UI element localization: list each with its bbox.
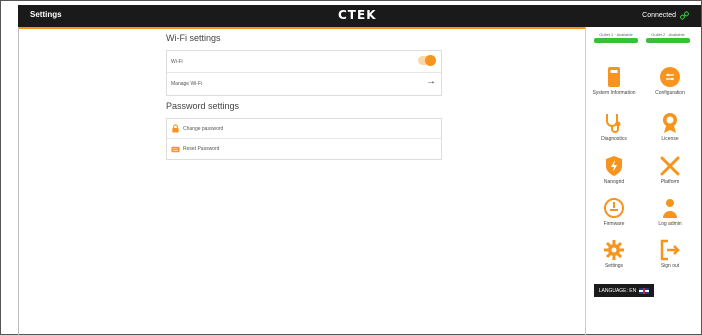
tools-icon bbox=[660, 156, 680, 176]
wifi-settings-card: Wi-Fi Manage Wi-Fi → bbox=[166, 50, 442, 96]
top-bar: Settings CTEK Connected bbox=[18, 5, 701, 27]
menu-system-information[interactable]: System Information bbox=[590, 66, 638, 96]
battery-label: Outlet 1 · Available bbox=[599, 32, 633, 37]
sidebar-divider bbox=[585, 27, 586, 335]
menu-label: Configuration bbox=[655, 90, 685, 96]
menu-configuration[interactable]: Configuration bbox=[646, 66, 694, 96]
menu-label: License bbox=[661, 136, 679, 142]
connection-status: Connected bbox=[642, 11, 689, 20]
wifi-label: Wi-Fi bbox=[171, 58, 183, 65]
accent-line bbox=[18, 27, 585, 29]
menu-firmware[interactable]: Firmware bbox=[590, 197, 638, 227]
menu-label: Settings bbox=[604, 263, 624, 269]
menu-label: Firmware bbox=[603, 221, 625, 227]
menu-label: Sign out bbox=[660, 263, 680, 269]
wifi-settings-heading: Wi-Fi settings bbox=[166, 33, 221, 43]
wifi-toggle[interactable] bbox=[418, 55, 436, 66]
connection-status-label: Connected bbox=[642, 12, 676, 19]
password-settings-card: Change password Reset Password bbox=[166, 118, 442, 160]
language-selector[interactable]: LANGUAGE: EN bbox=[594, 284, 654, 297]
firmware-icon bbox=[604, 198, 624, 218]
battery-indicator-2: Outlet 2 · Available bbox=[646, 32, 690, 43]
sign-out-icon bbox=[660, 239, 680, 261]
password-settings-heading: Password settings bbox=[166, 101, 240, 111]
reset-password-row[interactable]: Reset Password bbox=[167, 139, 441, 159]
menu-platform[interactable]: Platform bbox=[646, 155, 694, 185]
menu-diagnostics[interactable]: Diagnostics bbox=[590, 112, 638, 142]
battery-label: Outlet 2 · Available bbox=[651, 32, 685, 37]
language-label: LANGUAGE: EN bbox=[598, 287, 637, 294]
arrow-right-icon: → bbox=[426, 76, 436, 87]
menu-log-admin[interactable]: Log admin bbox=[646, 197, 694, 227]
menu-label: Platform bbox=[660, 179, 680, 185]
menu-label: Log admin bbox=[658, 221, 682, 227]
configuration-icon bbox=[660, 67, 680, 87]
stethoscope-icon bbox=[606, 114, 621, 133]
reset-password-label: Reset Password bbox=[183, 146, 220, 152]
menu-nanogrid[interactable]: Nanogrid bbox=[590, 155, 638, 185]
ctek-logo: CTEK bbox=[338, 8, 377, 22]
menu-label: Nanogrid bbox=[603, 179, 625, 185]
uk-flag-icon bbox=[639, 287, 650, 294]
link-icon bbox=[680, 11, 689, 20]
menu-license[interactable]: License bbox=[646, 112, 694, 142]
lock-icon bbox=[172, 124, 179, 133]
battery-indicator-1: Outlet 1 · Available bbox=[594, 32, 638, 43]
change-password-label: Change password bbox=[183, 125, 224, 132]
manage-wifi-row[interactable]: Manage Wi-Fi → bbox=[167, 73, 441, 95]
content-left-border bbox=[18, 27, 19, 335]
wifi-toggle-row[interactable]: Wi-Fi bbox=[167, 51, 441, 73]
toggle-knob bbox=[425, 55, 436, 66]
menu-label: System Information bbox=[592, 90, 636, 96]
manage-wifi-label: Manage Wi-Fi bbox=[171, 81, 203, 87]
menu-settings[interactable]: Settings bbox=[590, 239, 638, 269]
menu-label: Diagnostics bbox=[601, 136, 627, 142]
gear-icon bbox=[604, 240, 624, 260]
battery-bar bbox=[646, 38, 690, 43]
change-password-row[interactable]: Change password bbox=[167, 119, 441, 139]
user-icon bbox=[663, 199, 677, 218]
info-phone-icon bbox=[608, 67, 620, 87]
menu-sign-out[interactable]: Sign out bbox=[646, 239, 694, 269]
award-icon bbox=[663, 113, 677, 133]
keyboard-icon bbox=[171, 146, 180, 152]
battery-bar bbox=[594, 38, 638, 43]
shield-bolt-icon bbox=[606, 156, 622, 176]
page-title: Settings bbox=[30, 10, 62, 19]
